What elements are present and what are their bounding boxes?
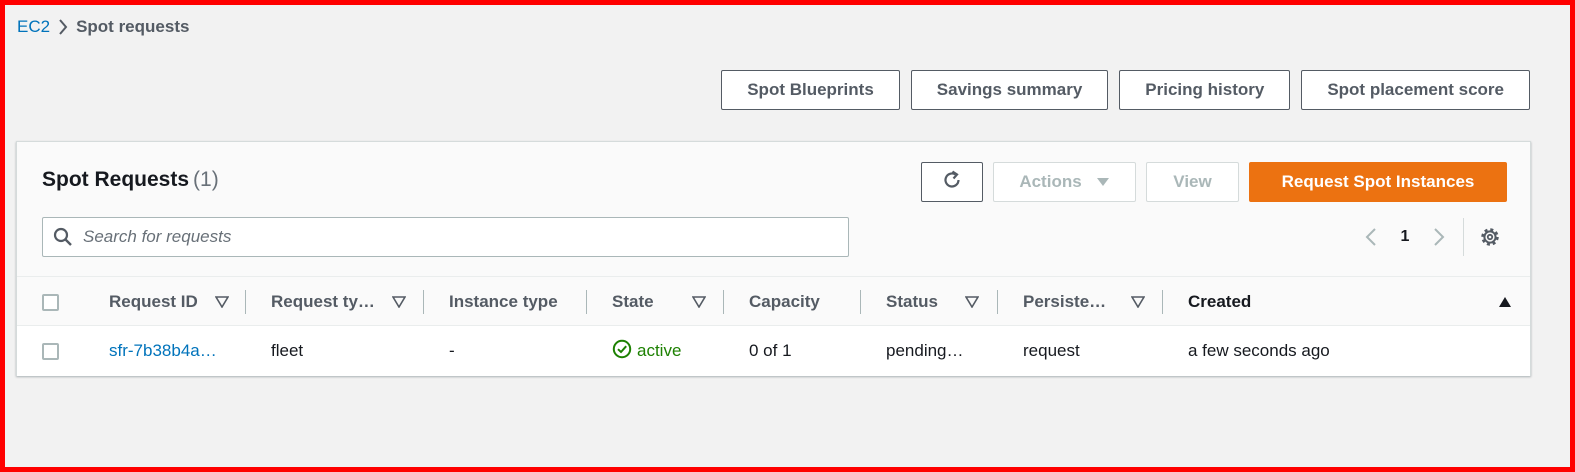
spot-requests-panel: Spot Requests (1) Actions View Request Sp… [16, 141, 1531, 376]
view-button[interactable]: View [1146, 162, 1239, 202]
row-select-cell [42, 326, 59, 376]
top-actions: Spot Blueprints Savings summary Pricing … [721, 70, 1530, 110]
column-divider[interactable] [860, 290, 861, 314]
savings-summary-button[interactable]: Savings summary [910, 70, 1109, 110]
search-input[interactable] [83, 219, 823, 255]
cell-instance-type: - [449, 341, 455, 360]
column-divider[interactable] [245, 290, 246, 314]
filter-icon[interactable] [214, 295, 230, 313]
header-capacity-label: Capacity [749, 292, 820, 311]
header-state-label: State [612, 292, 654, 311]
search-bar [42, 217, 849, 257]
column-divider[interactable] [997, 290, 998, 314]
column-divider[interactable] [723, 290, 724, 314]
header-created-label: Created [1188, 292, 1252, 311]
pricing-history-button[interactable]: Pricing history [1119, 70, 1291, 110]
cell-capacity: 0 of 1 [749, 341, 792, 360]
table-header: Request ID Request ty… Instance type Sta… [17, 276, 1530, 326]
table-body: sfr-7b38b4a… fleet - active 0 of 1 pendi… [17, 326, 1530, 376]
cell-status: pending… [886, 341, 964, 360]
panel-count: (1) [193, 168, 219, 191]
header-status-label: Status [886, 292, 938, 311]
chevron-right-icon[interactable] [1425, 227, 1453, 247]
header-request-id-label: Request ID [109, 292, 198, 311]
spot-blueprints-button[interactable]: Spot Blueprints [721, 70, 900, 110]
header-created[interactable]: Created [1188, 277, 1251, 327]
filter-icon[interactable] [391, 295, 407, 313]
pagination-divider [1463, 218, 1464, 256]
chevron-left-icon[interactable] [1357, 227, 1385, 247]
row-checkbox[interactable] [42, 342, 59, 360]
column-divider[interactable] [423, 290, 424, 314]
search-icon [43, 227, 83, 247]
header-capacity[interactable]: Capacity [749, 277, 820, 327]
actions-label: Actions [1019, 172, 1082, 191]
actions-dropdown-button[interactable]: Actions [993, 162, 1136, 202]
panel-title-text: Spot Requests [42, 168, 190, 191]
column-divider[interactable] [1162, 290, 1163, 314]
spot-requests-table: Request ID Request ty… Instance type Sta… [17, 276, 1530, 376]
header-request-id[interactable]: Request ID [109, 277, 198, 327]
page-number[interactable]: 1 [1385, 228, 1425, 246]
breadcrumb-current: Spot requests [76, 17, 190, 36]
state-status-indicator: active [612, 339, 681, 364]
select-all-checkbox[interactable] [42, 293, 59, 311]
breadcrumb: EC2 Spot requests [17, 17, 189, 37]
table-row[interactable]: sfr-7b38b4a… fleet - active 0 of 1 pendi… [17, 326, 1530, 376]
request-spot-instances-button[interactable]: Request Spot Instances [1249, 162, 1507, 202]
caret-down-icon [1096, 172, 1110, 192]
header-persistence[interactable]: Persiste… [1023, 277, 1106, 327]
filter-icon[interactable] [1130, 295, 1146, 313]
cell-request-id: sfr-7b38b4a… [109, 326, 217, 376]
header-status[interactable]: Status [886, 277, 938, 327]
check-circle-icon [612, 339, 632, 364]
filter-icon[interactable] [691, 295, 707, 313]
cell-request-type: fleet [271, 341, 304, 360]
header-request-type-label: Request ty… [271, 292, 375, 311]
header-state[interactable]: State [612, 277, 654, 327]
chevron-right-icon [50, 19, 76, 35]
request-id-link[interactable]: sfr-7b38b4a… [109, 341, 217, 361]
header-instance-type[interactable]: Instance type [449, 277, 558, 327]
filter-icon[interactable] [964, 295, 980, 313]
refresh-icon [941, 169, 963, 196]
gear-icon[interactable] [1477, 224, 1503, 250]
column-divider[interactable] [586, 290, 587, 314]
header-persistence-label: Persiste… [1023, 292, 1107, 311]
state-label: active [637, 341, 682, 360]
pagination: 1 [1357, 222, 1453, 252]
header-instance-type-label: Instance type [449, 292, 558, 311]
header-request-type[interactable]: Request ty… [271, 277, 375, 327]
sort-ascending-icon[interactable] [1498, 295, 1512, 313]
breadcrumb-ec2-link[interactable]: EC2 [17, 17, 50, 37]
cell-state: active [612, 326, 681, 376]
select-all-cell [42, 277, 59, 327]
spot-placement-score-button[interactable]: Spot placement score [1301, 70, 1530, 110]
refresh-button[interactable] [921, 162, 983, 202]
panel-title: Spot Requests (1) [42, 168, 219, 192]
cell-created: a few seconds ago [1188, 341, 1330, 360]
cell-persistence: request [1023, 341, 1080, 360]
